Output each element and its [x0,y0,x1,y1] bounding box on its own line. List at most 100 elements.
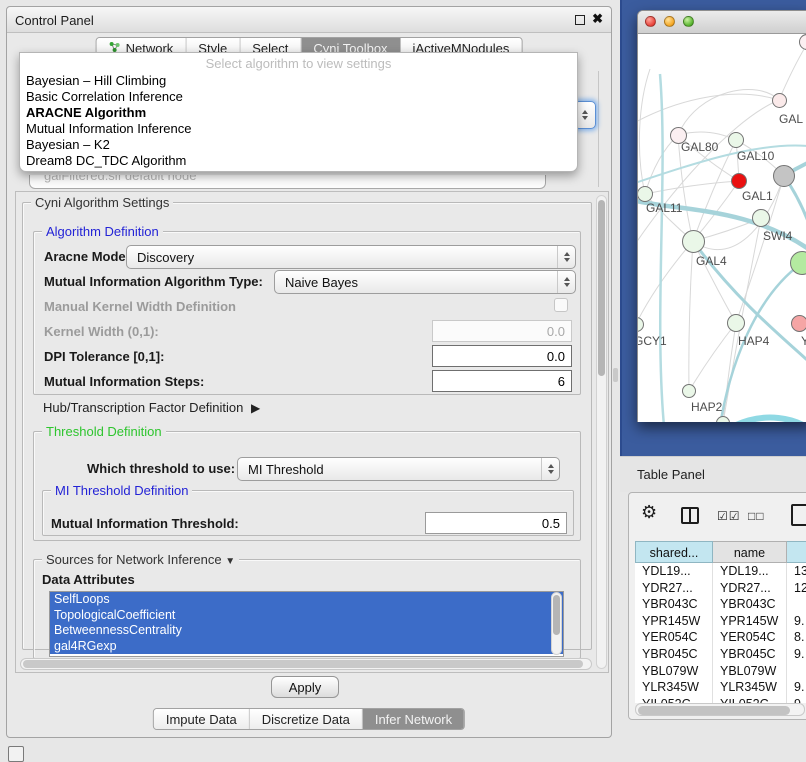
scrollbar-thumb[interactable] [598,200,605,376]
mi-steps-label: Mutual Information Steps: [44,374,204,389]
sources-title-text: Sources for Network Inference [46,552,222,567]
manual-kernel-checkbox[interactable] [554,298,568,312]
network-node-y[interactable] [791,315,806,332]
algorithm-option-bayesian-k2[interactable]: Bayesian – K2 [20,137,577,153]
table-cell: YPR145W [635,613,713,630]
which-threshold-select[interactable]: MI Threshold [237,457,560,481]
aracne-mode-label: Aracne Mode: [44,249,130,264]
aracne-mode-select[interactable]: Discovery [126,245,576,269]
panel-divider[interactable] [613,368,618,382]
table-cell: YLR345W [713,679,787,696]
column-header-name[interactable]: name [713,541,787,563]
mi-type-label: Mutual Information Algorithm Type: [44,274,263,289]
tab-impute-data[interactable]: Impute Data [154,709,250,729]
table-row[interactable]: YBR043CYBR043C [635,596,806,613]
attribute-item-betweennesscentrality[interactable]: BetweennessCentrality [50,623,563,639]
algorithm-option-mutual-information-inference[interactable]: Mutual Information Inference [20,121,577,137]
network-node-hap2[interactable] [682,384,696,398]
table-cell: YDL19... [713,563,787,580]
kernel-width-input[interactable]: 0.0 [432,320,572,342]
table-horizontal-scrollbar[interactable] [635,703,805,716]
network-canvas[interactable]: GALGAL80GAL10GAL1GAL11SWI4GAL4GCY1HAP4YH… [638,34,806,422]
mi-threshold-input[interactable]: 0.5 [425,512,567,534]
network-node-swi4[interactable] [752,209,770,227]
algorithm-definition-group: Algorithm Definition Aracne Mode: Discov… [33,231,581,395]
algorithm-option-dream8-dc-tdc-algorithm[interactable]: Dream8 DC_TDC Algorithm [20,153,577,169]
attribute-item-topologicalcoefficient[interactable]: TopologicalCoefficient [50,608,563,624]
select-all-icon[interactable]: ☑☑ [717,509,741,523]
node-label: GAL80 [681,140,718,154]
column-header-shared[interactable]: shared... [635,541,713,563]
stepper-icon [557,271,575,293]
table-cell [787,663,806,680]
table-row[interactable]: YPR145WYPR145W9. [635,613,806,630]
attribute-item-gal4rgexp[interactable]: gal4RGexp [50,639,563,655]
dock-panel-icon[interactable] [8,746,24,762]
settings-vertical-scrollbar[interactable] [596,195,607,669]
tab-discretize-data[interactable]: Discretize Data [250,709,363,729]
scrollbar-thumb[interactable] [553,595,560,635]
close-traffic-light-icon[interactable] [645,16,656,27]
mi-algorithm-type-select[interactable]: Naive Bayes [274,270,576,294]
mi-threshold-group: MI Threshold Definition Mutual Informati… [42,490,574,536]
network-node-hap4[interactable] [727,314,745,332]
combo-value: MI Threshold [238,462,541,477]
dropdown-placeholder: Select algorithm to view settings [20,53,577,73]
cyni-algorithm-settings-group: Cyni Algorithm Settings Algorithm Defini… [22,202,592,650]
group-title: Sources for Network Inference ▼ [42,552,239,567]
split-columns-icon[interactable] [681,507,699,524]
network-node[interactable] [773,165,795,187]
column-header-a[interactable]: A [787,541,806,563]
table-row[interactable]: YBL079WYBL079W [635,663,806,680]
network-node-gal4[interactable] [682,230,705,253]
gear-icon[interactable]: ⚙ [641,502,657,523]
table-row[interactable]: YER054CYER054C8. [635,629,806,646]
node-label: GCY1 [638,334,667,348]
expand-right-icon[interactable]: ▶ [251,401,260,415]
table-cell: YER054C [635,629,713,646]
node-label: HAP4 [738,334,769,348]
scrollbar-thumb[interactable] [23,660,583,668]
algorithm-option-bayesian-hill-climbing[interactable]: Bayesian – Hill Climbing [20,73,577,89]
table-row[interactable]: YDL19...YDL19...13 [635,563,806,580]
manual-kernel-label: Manual Kernel Width Definition [44,299,236,314]
table-row[interactable]: YBR045CYBR045C9. [635,646,806,663]
hub-section-label[interactable]: Hub/Transcription Factor Definition ▶ [43,400,256,415]
attribute-item-selfloops[interactable]: SelfLoops [50,592,563,608]
network-node-gal1[interactable] [731,173,747,189]
stepper-down-icon [582,116,588,120]
deselect-all-icon[interactable]: □□ [748,509,765,523]
algorithm-option-aracne-algorithm[interactable]: ARACNE Algorithm [20,105,577,121]
collapse-down-icon[interactable]: ▼ [225,556,235,567]
settings-horizontal-scrollbar[interactable] [20,658,592,670]
mi-steps-input[interactable]: 6 [432,370,572,392]
clipped-toolbar-icon[interactable] [791,504,806,526]
minimize-traffic-light-icon[interactable] [664,16,675,27]
tab-infer-network[interactable]: Infer Network [363,709,464,729]
input-value: 0.0 [547,349,565,364]
scrollbar-thumb[interactable] [638,706,790,715]
table-cell: YIL052C [713,696,787,703]
network-node-gal[interactable] [772,93,787,108]
table-cell: YDL19... [635,563,713,580]
list-vertical-scrollbar[interactable] [551,592,562,655]
float-window-icon[interactable] [575,15,585,25]
close-icon[interactable]: ✖ [592,11,603,27]
apply-button[interactable]: Apply [271,676,339,698]
data-attributes-list[interactable]: SelfLoopsTopologicalCoefficientBetweenne… [49,591,564,657]
table-row[interactable]: YDR27...YDR27...12 [635,580,806,597]
dpi-tolerance-input[interactable]: 0.0 [432,345,572,367]
clipped-combo-box[interactable]: galFiltered.sif default node [29,175,546,189]
table-cell: 9. [787,646,806,663]
table-cell: 13 [787,563,806,580]
node-label: GAL [779,112,803,126]
zoom-traffic-light-icon[interactable] [683,16,694,27]
network-window-titlebar[interactable] [638,11,806,34]
network-node-gal10[interactable] [728,132,744,148]
table-row[interactable]: YIL052CYIL052C9. [635,696,806,703]
hub-section-text: Hub/Transcription Factor Definition [43,400,243,415]
node-label: SWI4 [763,229,792,243]
node-label: GAL11 [646,201,682,215]
table-row[interactable]: YLR345WYLR345W9. [635,679,806,696]
algorithm-option-basic-correlation-inference[interactable]: Basic Correlation Inference [20,89,577,105]
